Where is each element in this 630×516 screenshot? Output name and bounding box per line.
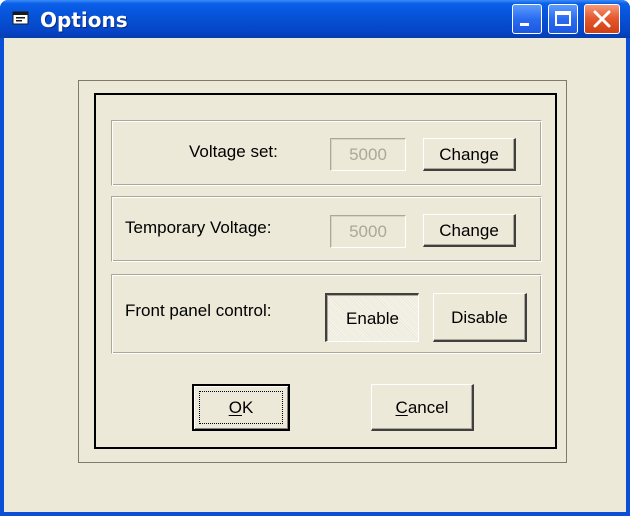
front-panel-label: Front panel control: xyxy=(125,301,272,320)
ok-label-rest: K xyxy=(241,398,254,417)
window-title: Options xyxy=(40,8,128,32)
options-window: Options Voltage set: 5000 Change Tempora… xyxy=(0,0,630,516)
enable-button[interactable]: Enable xyxy=(325,293,419,342)
temporary-voltage-group: Temporary Voltage: 5000 Change xyxy=(111,196,542,262)
temporary-voltage-change-label: Change xyxy=(439,220,499,240)
ok-mnemonic: O xyxy=(228,398,242,417)
temporary-voltage-label: Temporary Voltage: xyxy=(125,218,272,237)
title-bar[interactable]: Options xyxy=(0,0,630,38)
disable-label: Disable xyxy=(451,307,508,327)
enable-label: Enable xyxy=(346,308,399,328)
maximize-button[interactable] xyxy=(548,4,578,34)
cancel-mnemonic: C xyxy=(395,397,408,417)
voltage-set-change-button[interactable]: Change xyxy=(423,138,516,171)
minimize-icon xyxy=(520,23,529,26)
front-panel-group: Front panel control: Enable Disable xyxy=(111,274,542,354)
disable-button[interactable]: Disable xyxy=(433,293,527,342)
temporary-voltage-change-button[interactable]: Change xyxy=(423,214,516,247)
maximize-icon xyxy=(555,11,571,26)
app-window-icon xyxy=(12,11,29,25)
voltage-set-change-label: Change xyxy=(439,144,499,164)
close-button[interactable] xyxy=(584,4,620,34)
cancel-button[interactable]: Cancel xyxy=(371,384,474,431)
temporary-voltage-field[interactable]: 5000 xyxy=(330,215,406,248)
voltage-set-label: Voltage set: xyxy=(189,142,278,161)
minimize-button[interactable] xyxy=(512,4,542,34)
cancel-label-rest: ancel xyxy=(407,397,449,417)
ok-button[interactable]: OK xyxy=(192,384,290,431)
voltage-set-field[interactable]: 5000 xyxy=(330,138,406,171)
close-icon xyxy=(593,10,611,28)
voltage-set-group: Voltage set: 5000 Change xyxy=(111,120,542,186)
ok-label: O xyxy=(229,386,242,429)
